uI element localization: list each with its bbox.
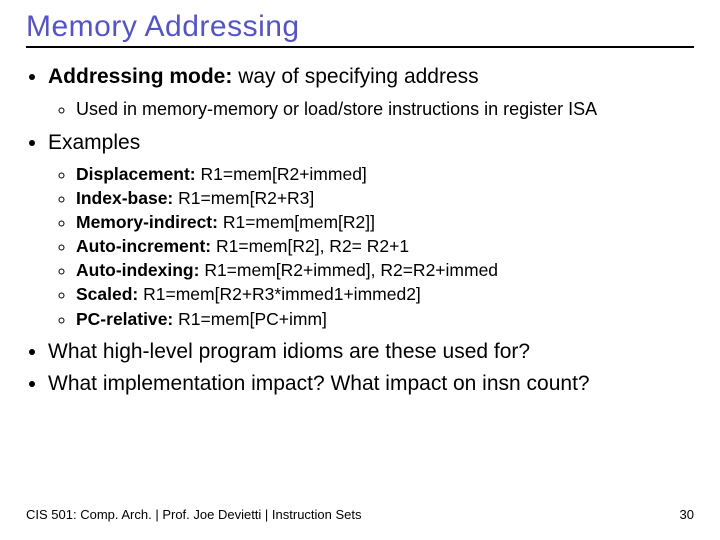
bullet-idioms: What high-level program idioms are these…: [48, 337, 694, 367]
text: R1=mem[mem[R2]]: [218, 212, 375, 232]
examples-list: Displacement: R1=mem[R2+immed] Index-bas…: [48, 162, 694, 331]
example-pc-relative: PC-relative: R1=mem[PC+imm]: [76, 307, 694, 331]
example-memory-indirect: Memory-indirect: R1=mem[mem[R2]]: [76, 210, 694, 234]
bullet-addressing-mode: Addressing mode: way of specifying addre…: [48, 62, 694, 122]
example-index-base: Index-base: R1=mem[R2+R3]: [76, 186, 694, 210]
example-auto-indexing: Auto-indexing: R1=mem[R2+immed], R2=R2+i…: [76, 258, 694, 282]
sub-list: Used in memory-memory or load/store inst…: [48, 96, 694, 122]
slide-title: Memory Addressing: [26, 10, 694, 44]
label: PC-relative:: [76, 309, 173, 329]
bullet-list: Addressing mode: way of specifying addre…: [26, 62, 694, 398]
title-rule: [26, 46, 694, 48]
text: R1=mem[R2+immed]: [196, 164, 367, 184]
text: Examples: [48, 131, 140, 154]
text: R1=mem[R2+R3]: [173, 188, 314, 208]
label: Addressing mode:: [48, 65, 232, 88]
label: Auto-increment:: [76, 236, 211, 256]
text: R1=mem[R2+R3*immed1+immed2]: [138, 284, 421, 304]
label: Index-base:: [76, 188, 173, 208]
label: Auto-indexing:: [76, 260, 199, 280]
text: R1=mem[R2], R2= R2+1: [211, 236, 409, 256]
label: Scaled:: [76, 284, 138, 304]
example-displacement: Displacement: R1=mem[R2+immed]: [76, 162, 694, 186]
label: Memory-indirect:: [76, 212, 218, 232]
footer-left: CIS 501: Comp. Arch. | Prof. Joe Deviett…: [26, 507, 362, 522]
example-auto-increment: Auto-increment: R1=mem[R2], R2= R2+1: [76, 234, 694, 258]
bullet-impact: What implementation impact? What impact …: [48, 369, 694, 399]
example-scaled: Scaled: R1=mem[R2+R3*immed1+immed2]: [76, 282, 694, 306]
sub-bullet: Used in memory-memory or load/store inst…: [76, 96, 694, 122]
text: R1=mem[PC+imm]: [173, 309, 327, 329]
label: Displacement:: [76, 164, 196, 184]
bullet-examples: Examples Displacement: R1=mem[R2+immed] …: [48, 128, 694, 331]
text: R1=mem[R2+immed], R2=R2+immed: [199, 260, 498, 280]
text: way of specifying address: [232, 65, 478, 88]
page-number: 30: [680, 507, 694, 522]
footer: CIS 501: Comp. Arch. | Prof. Joe Deviett…: [26, 507, 694, 522]
